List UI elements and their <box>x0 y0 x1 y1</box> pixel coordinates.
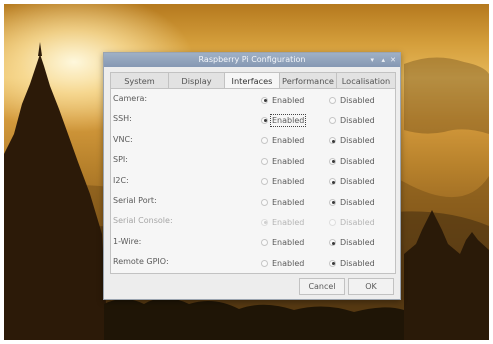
ok-button[interactable]: OK <box>348 278 394 295</box>
interface-label: SSH: <box>113 114 132 124</box>
dialog-titlebar[interactable]: Raspberry Pi Configuration ▾ ▴ ✕ <box>104 53 400 67</box>
ssh-disabled-radio[interactable]: Disabled <box>329 113 375 127</box>
spi-enabled-radio[interactable]: Enabled <box>261 154 304 168</box>
serial-port-disabled-radio[interactable]: Disabled <box>329 195 375 209</box>
1-wire-enabled-radio[interactable]: Enabled <box>261 236 304 250</box>
radio-dot-icon <box>329 218 336 226</box>
interface-row-camera: Camera: Enabled Disabled <box>111 90 395 110</box>
radio-dot-icon <box>261 96 268 104</box>
interface-row-remote-gpio: Remote GPIO: Enabled Disabled <box>111 253 395 273</box>
remote-gpio-disabled-radio[interactable]: Disabled <box>329 256 375 270</box>
interface-label: SPI: <box>113 155 128 165</box>
radio-dot-icon <box>261 116 268 124</box>
radio-dot-icon <box>261 137 268 145</box>
ssh-enabled-radio[interactable]: Enabled <box>261 113 307 127</box>
serial-console-disabled-radio: Disabled <box>329 215 375 229</box>
radio-label: Enabled <box>272 197 305 207</box>
radio-dot-icon <box>329 137 336 145</box>
interface-label: Serial Console: <box>113 216 173 226</box>
minimize-icon[interactable]: ▾ <box>370 54 374 66</box>
radio-label: Enabled <box>272 95 305 105</box>
close-icon[interactable]: ✕ <box>390 54 396 66</box>
radio-dot-icon <box>329 178 336 186</box>
serial-port-enabled-radio[interactable]: Enabled <box>261 195 304 209</box>
cancel-button[interactable]: Cancel <box>299 278 345 295</box>
vnc-enabled-radio[interactable]: Enabled <box>261 134 304 148</box>
radio-label: Disabled <box>340 115 375 125</box>
camera-disabled-radio[interactable]: Disabled <box>329 93 375 107</box>
tab-interfaces[interactable]: Interfaces <box>224 72 280 89</box>
vnc-disabled-radio[interactable]: Disabled <box>329 134 375 148</box>
interface-row-i2c: I2C: Enabled Disabled <box>111 172 395 192</box>
interface-label: Remote GPIO: <box>113 257 169 267</box>
radio-dot-icon <box>261 218 268 226</box>
radio-label: Enabled <box>272 217 305 227</box>
radio-label: Disabled <box>340 136 375 146</box>
interface-label: 1-Wire: <box>113 236 142 246</box>
radio-dot-icon <box>329 157 336 165</box>
spi-disabled-radio[interactable]: Disabled <box>329 154 375 168</box>
remote-gpio-enabled-radio[interactable]: Enabled <box>261 256 304 270</box>
interface-label: Serial Port: <box>113 196 157 205</box>
radio-label: Disabled <box>340 156 375 166</box>
radio-dot-icon <box>329 96 336 104</box>
radio-label: Enabled <box>272 258 305 268</box>
tab-performance[interactable]: Performance <box>279 72 337 89</box>
interface-row-1-wire: 1-Wire: Enabled Disabled <box>111 233 395 253</box>
radio-dot-icon <box>261 178 268 186</box>
radio-dot-icon <box>329 198 336 206</box>
radio-dot-icon <box>261 239 268 247</box>
radio-label: Disabled <box>340 197 375 207</box>
tab-localisation[interactable]: Localisation <box>336 72 396 89</box>
interface-row-ssh: SSH: Enabled Disabled <box>111 110 395 130</box>
radio-label: Disabled <box>340 177 375 187</box>
i2c-enabled-radio[interactable]: Enabled <box>261 175 304 189</box>
radio-label: Enabled <box>269 113 307 127</box>
radio-dot-icon <box>329 116 336 124</box>
radio-label: Disabled <box>340 238 375 248</box>
radio-label: Enabled <box>272 136 305 146</box>
radio-dot-icon <box>329 239 336 247</box>
radio-label: Enabled <box>272 177 305 187</box>
interface-row-spi: SPI: Enabled Disabled <box>111 151 395 171</box>
radio-dot-icon <box>329 259 336 267</box>
radio-label: Disabled <box>340 95 375 105</box>
radio-dot-icon <box>261 198 268 206</box>
interface-row-serial-console: Serial Console: Enabled Disabled <box>111 212 395 232</box>
interface-label: I2C: <box>113 175 129 185</box>
interface-row-serial-port: Serial Port: Enabled Disabled <box>111 192 395 212</box>
radio-label: Enabled <box>272 156 305 166</box>
1-wire-disabled-radio[interactable]: Disabled <box>329 236 375 250</box>
interface-label: Camera: <box>113 94 148 103</box>
radio-label: Disabled <box>340 217 375 227</box>
config-dialog: Raspberry Pi Configuration ▾ ▴ ✕ System … <box>103 52 401 300</box>
tab-bar: System Display Interfaces Performance Lo… <box>110 72 396 89</box>
maximize-icon[interactable]: ▴ <box>381 54 385 66</box>
interface-row-vnc: VNC: Enabled Disabled <box>111 131 395 151</box>
interface-label: VNC: <box>113 134 133 144</box>
tab-display[interactable]: Display <box>168 72 225 89</box>
radio-dot-icon <box>261 157 268 165</box>
dialog-title: Raspberry Pi Configuration <box>198 55 306 64</box>
radio-dot-icon <box>261 259 268 267</box>
radio-label: Disabled <box>340 258 375 268</box>
interfaces-panel: Camera: Enabled Disabled SSH: Enabled Disable… <box>110 88 396 274</box>
camera-enabled-radio[interactable]: Enabled <box>261 93 304 107</box>
serial-console-enabled-radio: Enabled <box>261 215 304 229</box>
radio-label: Enabled <box>272 238 305 248</box>
i2c-disabled-radio[interactable]: Disabled <box>329 175 375 189</box>
tab-system[interactable]: System <box>110 72 169 89</box>
